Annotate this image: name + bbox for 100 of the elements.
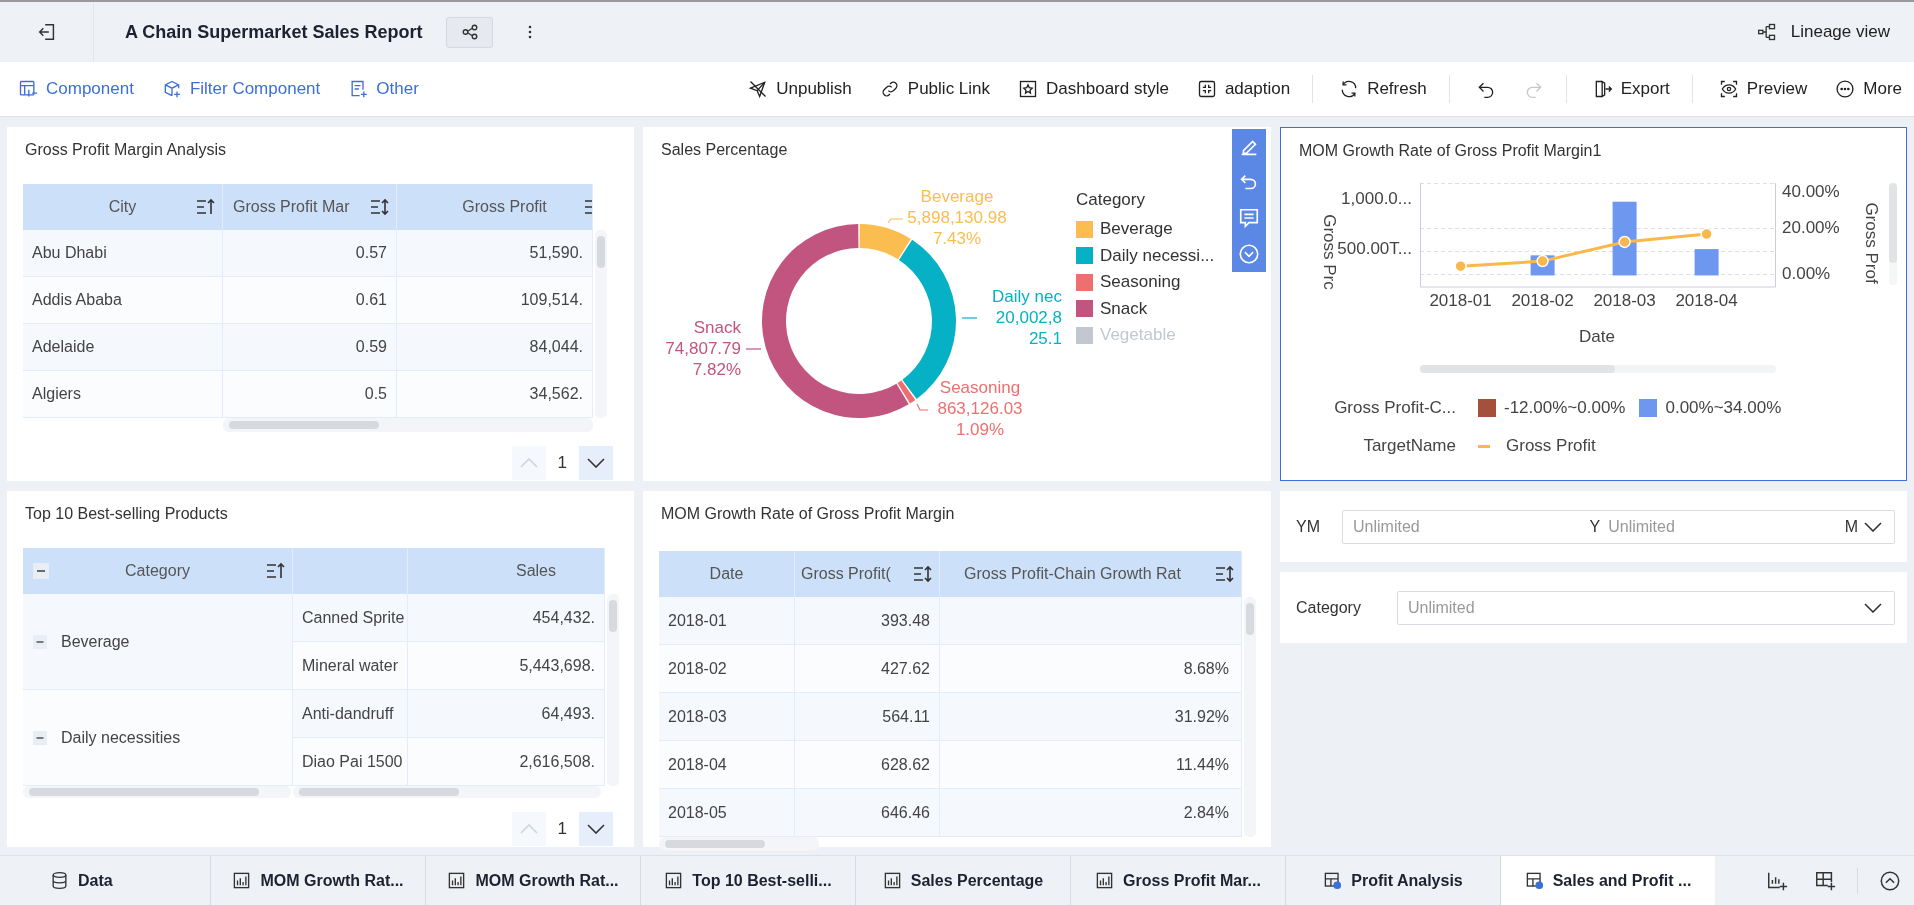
sort-ascending-icon[interactable]	[266, 562, 286, 580]
collapse-icon[interactable]	[33, 634, 47, 649]
collapse-icon[interactable]	[33, 730, 47, 745]
legend-label: Gross Profit	[1506, 436, 1596, 456]
axis-tick-label: 20.00%	[1782, 218, 1840, 239]
table-cell: Mineral water	[302, 656, 399, 675]
unit-label: Y	[1589, 517, 1601, 536]
table-cell: 8.68%	[1183, 659, 1229, 678]
donut-slice[interactable]	[762, 224, 909, 418]
legend-item[interactable]: Seasoning	[1076, 269, 1215, 296]
toolbar-button[interactable]: Dashboard style	[1018, 79, 1169, 99]
table-cell: 2018-01	[668, 611, 727, 630]
share-button[interactable]	[446, 16, 494, 48]
bar[interactable]	[1612, 201, 1637, 276]
scrollbar[interactable]	[595, 230, 607, 418]
scrollbar[interactable]	[1889, 183, 1897, 285]
next-page-button[interactable]	[579, 812, 613, 846]
table-cell: Addis Ababa	[32, 291, 122, 309]
table-cell: 2018-04	[668, 755, 727, 774]
legend-item[interactable]: -12.00%~0.00%	[1478, 398, 1626, 418]
toolbar-button[interactable]: Refresh	[1339, 79, 1427, 99]
chevron-down-circle-icon[interactable]	[1238, 243, 1260, 266]
chevron-up-icon	[519, 824, 538, 834]
scrollbar[interactable]	[659, 837, 819, 851]
column-header: Gross Profit(	[801, 565, 891, 583]
vertical-dots-icon	[528, 25, 533, 39]
lineage-view-button[interactable]: Lineage view	[1756, 22, 1890, 42]
toolbar-button[interactable]: More	[1835, 79, 1902, 99]
scrollbar[interactable]	[1244, 597, 1256, 837]
legend-item[interactable]: Snack	[1076, 295, 1215, 322]
sheet-tab[interactable]: Top 10 Best-selli...	[640, 856, 855, 905]
legend-item[interactable]: Daily necessi...	[1076, 242, 1215, 269]
leader-line	[961, 317, 978, 319]
table-cell: 0.5	[364, 385, 387, 403]
legend-item[interactable]: Beverage	[1076, 216, 1215, 243]
sheet-tab[interactable]: MOM Growth Rat...	[425, 856, 640, 905]
collapse-icon[interactable]	[33, 563, 49, 579]
toolbar-button[interactable]: Export	[1592, 79, 1670, 99]
bar[interactable]	[1694, 249, 1719, 276]
scrollbar[interactable]	[223, 418, 593, 432]
sort-icon[interactable]	[913, 565, 933, 583]
leader-line	[916, 403, 929, 411]
chevron-down-icon	[587, 824, 605, 834]
scrollbar[interactable]	[1420, 365, 1776, 373]
legend-item[interactable]: 0.00%~34.00%	[1639, 398, 1782, 418]
table-cell: 34,562.	[529, 385, 583, 403]
toolbar-button[interactable]: adaption	[1196, 79, 1291, 99]
dropdown-field[interactable]: Unlimited	[1396, 590, 1895, 625]
legend-label: Vegetable	[1100, 325, 1176, 346]
chevron-down-icon	[587, 458, 605, 468]
legend-item[interactable]: Gross Profit	[1478, 436, 1596, 456]
axis-tick-label: 0.00%	[1782, 264, 1831, 285]
sheet-tab[interactable]: Sales Percentage	[855, 856, 1070, 905]
toolbar-button[interactable]: Public Link	[879, 79, 991, 99]
table-cell: 0.61	[355, 291, 387, 309]
slice-label: Beverage 5,898,130.98 7.43%	[906, 186, 1008, 249]
sheet-tab[interactable]: Sales and Profit ...	[1500, 856, 1715, 905]
toolbar-button[interactable]: Unpublish	[748, 79, 852, 99]
table-cell: Adelaide	[32, 338, 95, 356]
toolbar-button[interactable]: Filter Component	[161, 79, 321, 99]
legend-label: 0.00%~34.00%	[1665, 398, 1782, 418]
sort-ascending-icon[interactable]	[196, 198, 216, 216]
toolbar-button[interactable]: Other	[348, 79, 419, 99]
axis-tick-label: 2018-01	[1428, 291, 1493, 311]
year-input-field[interactable]: Unlimited	[1351, 516, 1584, 537]
table-cell: 84,044.	[529, 338, 583, 356]
scrollbar[interactable]	[607, 594, 619, 786]
axis-title: Date	[1579, 327, 1615, 347]
chevron-down-icon[interactable]	[1864, 521, 1882, 532]
table-cell: Beverage	[61, 632, 130, 651]
toolbar-button[interactable]: Preview	[1718, 79, 1808, 99]
sheet-tab[interactable]: Gross Profit Mar...	[1070, 856, 1285, 905]
text-input[interactable]: Unlimited	[1405, 597, 1858, 618]
more-icon	[1835, 79, 1856, 99]
date-range-field[interactable]: Unlimited Y Unlimited M	[1342, 509, 1895, 544]
comment-icon[interactable]	[1238, 207, 1260, 230]
compress-icon	[1196, 79, 1217, 99]
column-header: Gross Profit-Chain Growth Rat	[964, 565, 1181, 583]
axis-title: Gross Prc	[1318, 214, 1339, 290]
legend-label: Snack	[1100, 298, 1148, 319]
bar-chart-icon	[664, 871, 684, 890]
column-header: Date	[709, 565, 744, 583]
next-page-button[interactable]	[579, 446, 613, 480]
donut-slice[interactable]	[859, 224, 911, 260]
sort-icon[interactable]	[1215, 565, 1235, 583]
scrollbar[interactable]	[23, 786, 291, 798]
month-input-field[interactable]: Unlimited	[1606, 516, 1839, 537]
sheet-tab[interactable]: MOM Growth Rat...	[210, 856, 425, 905]
toolbar-button[interactable]: Component	[18, 79, 134, 99]
sheet-tab[interactable]: Data	[0, 856, 210, 905]
donut-slice[interactable]	[897, 380, 916, 404]
table-cell: 646.46	[881, 803, 930, 822]
chevron-down-icon[interactable]	[1864, 602, 1882, 613]
filter-label: YM	[1296, 517, 1320, 536]
leader-line	[745, 348, 762, 350]
legend-title: Category	[1076, 190, 1146, 210]
axis-tick-label: 500.00T...	[1337, 239, 1412, 259]
eye-icon	[1718, 79, 1739, 99]
scrollbar[interactable]	[293, 786, 601, 798]
sort-icon[interactable]	[370, 198, 390, 216]
